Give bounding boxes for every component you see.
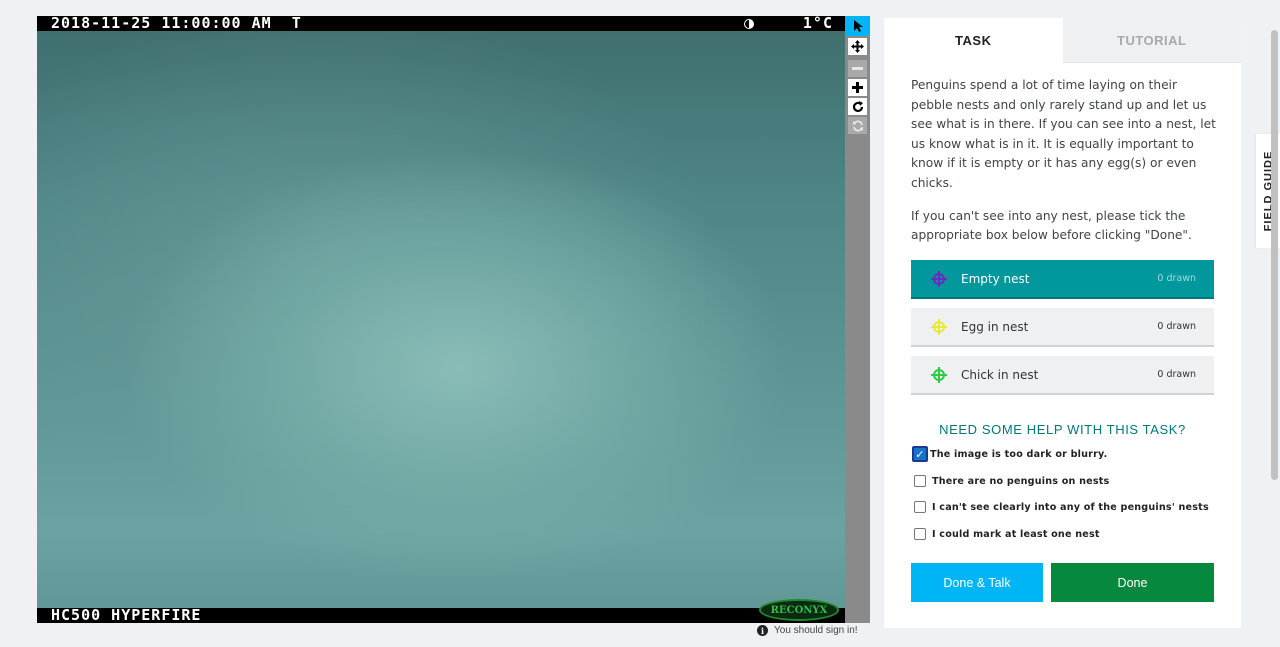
choice-label: Egg in nest bbox=[961, 319, 1029, 334]
zoom-out-button[interactable] bbox=[848, 60, 867, 77]
checkbox[interactable] bbox=[914, 528, 926, 540]
checkbox-checked-icon[interactable]: ✓ bbox=[912, 446, 928, 462]
help-title: NEED SOME HELP WITH THIS TASK? bbox=[939, 422, 1186, 437]
instruction-paragraph: Penguins spend a lot of time laying on t… bbox=[911, 78, 1216, 190]
arrow-cursor-icon bbox=[853, 20, 863, 32]
choice-label: Chick in nest bbox=[961, 367, 1039, 382]
tab-task[interactable]: TASK bbox=[884, 18, 1063, 63]
camera-datetime: 2018-11-25 11:00:00 AM T bbox=[51, 16, 302, 32]
moon-phase-icon bbox=[744, 19, 754, 29]
tab-tutorial[interactable]: TUTORIAL bbox=[1062, 18, 1241, 63]
done-button[interactable]: Done bbox=[1051, 563, 1214, 602]
plus-icon bbox=[852, 82, 863, 93]
task-instructions: Penguins spend a lot of time laying on t… bbox=[911, 76, 1216, 246]
select-tool-button[interactable] bbox=[845, 16, 870, 36]
instruction-paragraph: If you can't see into any nest, please t… bbox=[911, 208, 1192, 243]
minus-icon bbox=[852, 67, 863, 70]
reset-button[interactable] bbox=[848, 117, 867, 134]
camera-temperature: 1°C bbox=[802, 16, 833, 32]
checkbox-cant-see[interactable]: I can't see clearly into any of the peng… bbox=[914, 501, 1209, 513]
crosshair-icon bbox=[931, 366, 947, 383]
checkbox-label: I could mark at least one nest bbox=[932, 528, 1100, 540]
choice-label: Empty nest bbox=[961, 271, 1030, 286]
checkbox-label: The image is too dark or blurry. bbox=[930, 448, 1108, 460]
checkbox-label: I can't see clearly into any of the peng… bbox=[932, 501, 1209, 513]
task-panel: TASK TUTORIAL Penguins spend a lot of ti… bbox=[884, 18, 1241, 628]
choice-count: 0 drawn bbox=[1157, 273, 1196, 284]
zoom-in-button[interactable] bbox=[848, 79, 867, 96]
crosshair-icon bbox=[931, 270, 947, 287]
choice-count: 0 drawn bbox=[1157, 369, 1196, 380]
refresh-icon bbox=[852, 120, 863, 131]
checkbox-marked-nest[interactable]: I could mark at least one nest bbox=[914, 528, 1100, 540]
move-arrows-icon bbox=[851, 40, 864, 53]
checkbox-no-penguins[interactable]: There are no penguins on nests bbox=[914, 475, 1109, 487]
crosshair-icon bbox=[931, 318, 947, 335]
image-toolbar bbox=[845, 16, 870, 623]
done-and-talk-button[interactable]: Done & Talk bbox=[911, 563, 1043, 602]
choice-count: 0 drawn bbox=[1157, 321, 1196, 332]
checkbox-too-dark[interactable]: ✓ The image is too dark or blurry. bbox=[912, 446, 1108, 462]
rotate-button[interactable] bbox=[848, 98, 867, 115]
panel-tabs: TASK TUTORIAL bbox=[884, 18, 1241, 63]
checkbox-label: There are no penguins on nests bbox=[932, 475, 1110, 487]
subject-image[interactable]: 2018-11-25 11:00:00 AM T 1°C HC500 HYPER… bbox=[37, 16, 845, 623]
camera-model: HC500 HYPERFIRE bbox=[51, 606, 202, 623]
choice-chick-in-nest[interactable]: Chick in nest 0 drawn bbox=[911, 356, 1214, 395]
pan-tool-button[interactable] bbox=[848, 38, 867, 55]
info-icon: i bbox=[757, 625, 768, 636]
camera-info-bar: 2018-11-25 11:00:00 AM T 1°C bbox=[37, 16, 845, 31]
reconyx-logo: RECONYX bbox=[759, 599, 839, 621]
signin-notice[interactable]: i You should sign in! bbox=[757, 625, 858, 636]
page-scrollbar[interactable] bbox=[1271, 30, 1278, 480]
camera-model-bar: HC500 HYPERFIRE bbox=[37, 608, 845, 623]
choice-egg-in-nest[interactable]: Egg in nest 0 drawn bbox=[911, 308, 1214, 347]
rotate-icon bbox=[852, 100, 863, 112]
checkbox[interactable] bbox=[914, 475, 926, 487]
checkbox[interactable] bbox=[914, 501, 926, 513]
signin-text: You should sign in! bbox=[774, 625, 858, 636]
choice-empty-nest[interactable]: Empty nest 0 drawn bbox=[911, 260, 1214, 299]
